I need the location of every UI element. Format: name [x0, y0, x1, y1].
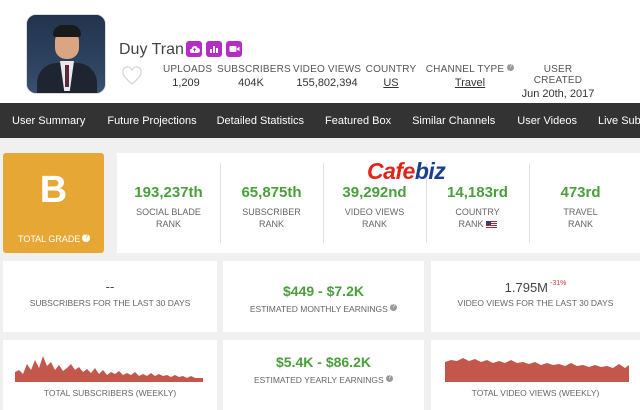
card-total-views-weekly: TOTAL VIDEO VIEWS (WEEKLY) — [431, 340, 640, 410]
card-subscribers-30-days: -- SUBSCRIBERS FOR THE LAST 30 DAYS — [3, 261, 217, 332]
rank-social-blade: 193,237th SOCIAL BLADE RANK — [134, 184, 203, 229]
views-sparkline — [445, 358, 629, 382]
card-yearly-earnings: $5.4K - $86.2K ESTIMATED YEARLY EARNINGS… — [223, 340, 424, 410]
cafebiz-watermark: Cafebiz — [367, 158, 446, 184]
tab-live-subscribe[interactable]: Live Subscribe — [577, 115, 640, 127]
tab-detailed-statistics[interactable]: Detailed Statistics — [197, 115, 304, 127]
grade-label: TOTAL GRADE — [18, 234, 81, 244]
card-total-subscribers-weekly: TOTAL SUBSCRIBERS (WEEKLY) — [3, 340, 217, 410]
us-flag-icon — [485, 221, 497, 229]
help-icon[interactable]: ? — [386, 375, 394, 382]
stat-video-views: VIDEO VIEWS 155,802,394 — [292, 64, 362, 89]
channel-name: Duy Tran — [119, 41, 184, 58]
country-link[interactable]: US — [365, 77, 417, 89]
stat-uploads: UPLOADS 1,209 — [163, 64, 213, 89]
card-views-30-days: 1.795M -31% VIDEO VIEWS FOR THE LAST 30 D… — [431, 261, 640, 332]
stat-country: COUNTRY US — [365, 64, 417, 89]
tab-featured-box[interactable]: Featured Box — [304, 115, 391, 127]
rank-subscriber: 65,875th SUBSCRIBER RANK — [241, 184, 302, 229]
channel-links — [186, 41, 242, 57]
help-icon[interactable]: ? — [390, 304, 398, 311]
tab-future-projections[interactable]: Future Projections — [85, 115, 196, 127]
channel-avatar — [26, 14, 106, 94]
grade-letter: B — [39, 169, 68, 211]
tab-similar-channels[interactable]: Similar Channels — [391, 115, 495, 127]
tab-user-videos[interactable]: User Videos — [495, 115, 577, 127]
total-grade-panel: B TOTAL GRADE? — [3, 153, 104, 253]
channel-header: Duy Tran UPLOADS 1,209 SUBSCRIBERS 404K … — [0, 0, 640, 103]
stat-subscribers: SUBSCRIBERS 404K — [217, 64, 291, 89]
stat-channel-type: CHANNEL TYPE ? Travel — [425, 64, 515, 89]
main-nav: User Summary Future Projections Detailed… — [0, 103, 640, 138]
channel-type-link[interactable]: Travel — [425, 77, 515, 89]
card-monthly-earnings: $449 - $7.2K ESTIMATED MONTHLY EARNINGS … — [223, 261, 424, 332]
video-camera-icon[interactable] — [226, 41, 242, 57]
help-icon[interactable]: ? — [507, 64, 515, 71]
chart-icon[interactable] — [206, 41, 222, 57]
favorite-heart-icon[interactable] — [121, 66, 143, 86]
subscribers-sparkline — [15, 356, 203, 382]
cloud-upload-icon[interactable] — [186, 41, 202, 57]
tab-user-summary[interactable]: User Summary — [0, 115, 85, 127]
help-icon[interactable]: ? — [82, 234, 91, 242]
rank-travel: 473rd TRAVEL RANK — [560, 184, 601, 229]
stat-user-created: USER CREATED Jun 20th, 2017 — [521, 64, 595, 100]
